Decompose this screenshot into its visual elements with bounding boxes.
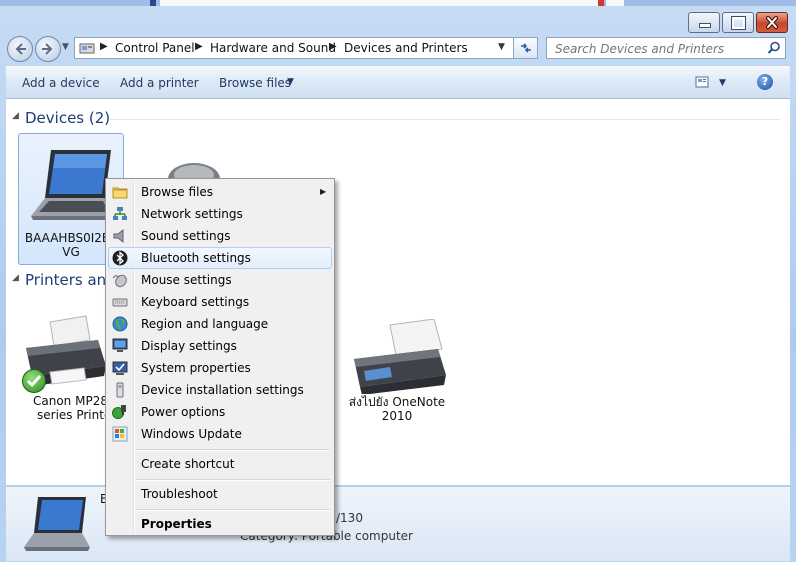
view-options-icon[interactable] xyxy=(695,76,709,88)
breadcrumb-separator[interactable]: ▶ xyxy=(100,41,108,52)
search-input[interactable] xyxy=(553,39,767,59)
breadcrumb-devices-and-printers[interactable]: Devices and Printers xyxy=(344,41,468,55)
menu-separator xyxy=(136,509,330,511)
menu-separator xyxy=(136,449,330,451)
breadcrumb-separator[interactable]: ▶ xyxy=(195,41,203,52)
menu-item-display-settings[interactable]: Display settings xyxy=(108,335,332,357)
details-model: /130 xyxy=(336,511,363,525)
forward-arrow-icon xyxy=(42,43,53,55)
folder-icon xyxy=(112,187,128,199)
help-icon[interactable]: ? xyxy=(757,74,773,90)
menu-item-power-options[interactable]: Power options xyxy=(108,401,332,423)
back-button[interactable] xyxy=(7,36,33,62)
address-dropdown-icon[interactable]: ▼ xyxy=(498,42,505,52)
menu-item-properties[interactable]: Properties xyxy=(108,513,332,535)
view-dropdown-icon[interactable]: ▼ xyxy=(719,78,726,88)
menu-item-sound-settings[interactable]: Sound settings xyxy=(108,225,332,247)
minimize-icon xyxy=(699,23,711,28)
laptop-icon xyxy=(31,150,115,220)
details-laptop-icon xyxy=(24,497,90,551)
refresh-icon xyxy=(521,43,531,53)
collapse-printers-icon[interactable]: ◢ xyxy=(12,273,19,283)
breadcrumb-control-panel[interactable]: Control Panel xyxy=(115,41,195,55)
minimize-button[interactable] xyxy=(688,12,720,33)
menu-item-mouse-settings[interactable]: Mouse settings xyxy=(108,269,332,291)
menu-item-device-installation-settings[interactable]: Device installation settings xyxy=(108,379,332,401)
menu-item-browse-files[interactable]: Browse files ▶ xyxy=(108,181,332,203)
recent-pages-chevron-icon[interactable]: ▼ xyxy=(62,42,69,52)
globe-icon xyxy=(112,316,128,332)
menu-item-network-settings[interactable]: Network settings xyxy=(108,203,332,225)
add-printer-button[interactable]: Add a printer xyxy=(120,76,199,90)
back-arrow-icon xyxy=(15,43,26,55)
close-button[interactable] xyxy=(756,12,788,33)
windows-update-icon xyxy=(112,426,128,442)
maximize-icon xyxy=(731,16,746,30)
speaker-icon xyxy=(113,228,124,244)
power-icon xyxy=(112,405,126,419)
address-bar[interactable]: ▶ Control Panel ▶ Hardware and Sound ▶ D… xyxy=(74,37,514,59)
menu-item-windows-update[interactable]: Windows Update xyxy=(108,423,332,445)
printer-label-onenote-line2: 2010 xyxy=(381,409,413,423)
printer-icon-onenote[interactable] xyxy=(350,319,450,394)
monitor-icon xyxy=(112,338,128,352)
context-menu: Browse files ▶ Network settings Sound se… xyxy=(105,178,335,536)
browse-files-button[interactable]: Browse files xyxy=(219,76,291,90)
bluetooth-icon xyxy=(112,250,128,266)
group-header-printers[interactable]: Printers and xyxy=(25,271,116,289)
browse-files-dropdown-icon[interactable]: ▼ xyxy=(287,77,294,87)
keyboard-icon xyxy=(112,298,128,307)
close-icon xyxy=(766,16,778,29)
menu-item-system-properties[interactable]: System properties xyxy=(108,357,332,379)
add-device-button[interactable]: Add a device xyxy=(22,76,100,90)
menu-item-create-shortcut[interactable]: Create shortcut xyxy=(108,453,332,475)
system-icon xyxy=(112,361,128,375)
control-panel-icon xyxy=(79,43,95,54)
menu-item-keyboard-settings[interactable]: Keyboard settings xyxy=(108,291,332,313)
default-printer-check-icon xyxy=(22,369,46,393)
menu-item-region-and-language[interactable]: Region and language xyxy=(108,313,332,335)
printer-label-onenote-line1: ส่งไปยัง OneNote xyxy=(348,395,446,409)
maximize-button[interactable] xyxy=(722,12,754,33)
menu-item-troubleshoot[interactable]: Troubleshoot xyxy=(108,483,332,505)
search-box[interactable] xyxy=(546,37,786,59)
network-icon xyxy=(113,207,127,220)
breadcrumb-hardware-and-sound[interactable]: Hardware and Sound xyxy=(210,41,336,55)
collapse-devices-icon[interactable]: ◢ xyxy=(12,111,19,121)
taskbar-strip xyxy=(0,0,796,6)
device-install-icon xyxy=(116,382,124,398)
command-bar: Add a device Add a printer Browse files … xyxy=(6,66,790,99)
forward-button[interactable] xyxy=(35,36,61,62)
mouse-icon xyxy=(112,274,127,288)
submenu-arrow-icon: ▶ xyxy=(320,187,327,196)
breadcrumb-separator[interactable]: ▶ xyxy=(329,41,337,52)
search-icon[interactable] xyxy=(767,41,781,55)
group-divider xyxy=(110,119,780,120)
refresh-button[interactable] xyxy=(514,37,538,59)
group-header-devices[interactable]: Devices (2) xyxy=(25,109,110,127)
menu-separator xyxy=(136,479,330,481)
menu-item-bluetooth-settings[interactable]: Bluetooth settings xyxy=(108,247,332,269)
